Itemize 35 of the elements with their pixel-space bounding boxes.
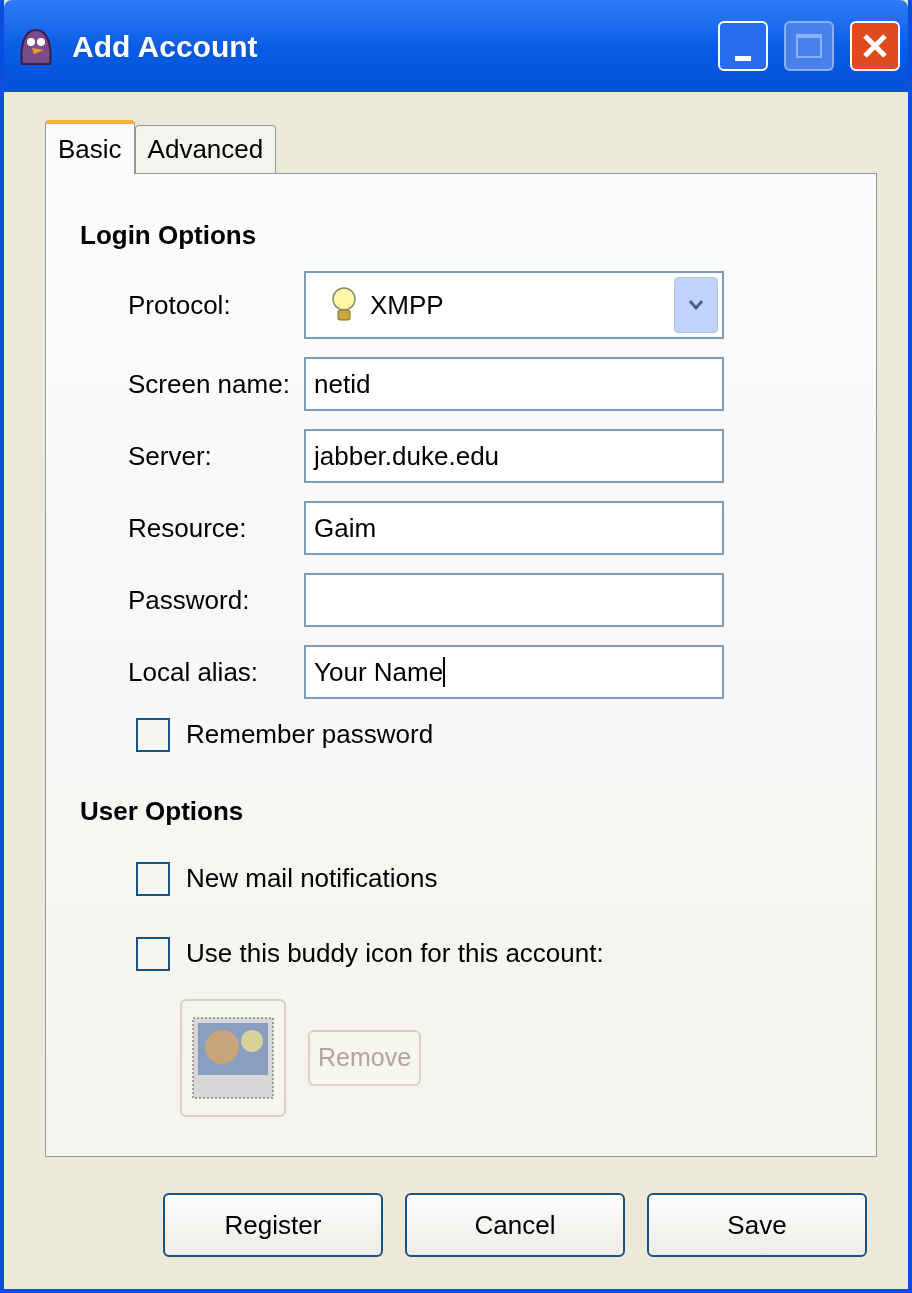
checkbox[interactable] (136, 936, 170, 971)
checkbox-label: Use this buddy icon for this account: (186, 937, 604, 970)
checkbox[interactable] (136, 717, 170, 752)
input-field[interactable] (304, 573, 724, 627)
close-button[interactable] (850, 21, 900, 71)
dropdown-value: XMPP (370, 288, 445, 322)
input-field[interactable]: Your Name (304, 645, 724, 699)
section-heading: Login Options (79, 219, 258, 252)
dialog-button[interactable]: Cancel (405, 1193, 625, 1257)
chevron-down-icon (688, 299, 704, 311)
buddy-icon-button[interactable] (180, 999, 286, 1117)
input-field[interactable]: netid (304, 357, 724, 411)
checkbox-label: New mail notifications (186, 862, 438, 895)
section-heading: User Options (79, 795, 245, 828)
checkbox-label: Remember password (186, 718, 434, 751)
input-field[interactable]: Gaim (304, 501, 724, 555)
minimize-button[interactable] (718, 21, 768, 71)
input-field[interactable]: jabber.duke.edu (304, 429, 724, 483)
field-label: Server: (127, 439, 213, 473)
field-label: Password: (127, 583, 251, 617)
dialog-button[interactable]: Register (163, 1193, 383, 1257)
field-label: Local alias: (127, 655, 260, 689)
lightbulb-icon (330, 286, 358, 324)
dialog-button[interactable]: Save (647, 1193, 867, 1257)
tab[interactable]: Advanced (134, 125, 277, 173)
protocol-dropdown[interactable]: XMPP (304, 271, 724, 339)
close-icon (861, 32, 889, 60)
tab[interactable]: Basic (45, 120, 135, 174)
dropdown-button[interactable] (674, 277, 718, 333)
image-icon (192, 1017, 274, 1099)
field-label: Protocol: (127, 288, 232, 322)
field-label: Screen name: (127, 367, 291, 401)
checkbox[interactable] (136, 861, 170, 896)
window-title: Add Account (72, 28, 259, 65)
field-label: Resource: (127, 511, 248, 545)
